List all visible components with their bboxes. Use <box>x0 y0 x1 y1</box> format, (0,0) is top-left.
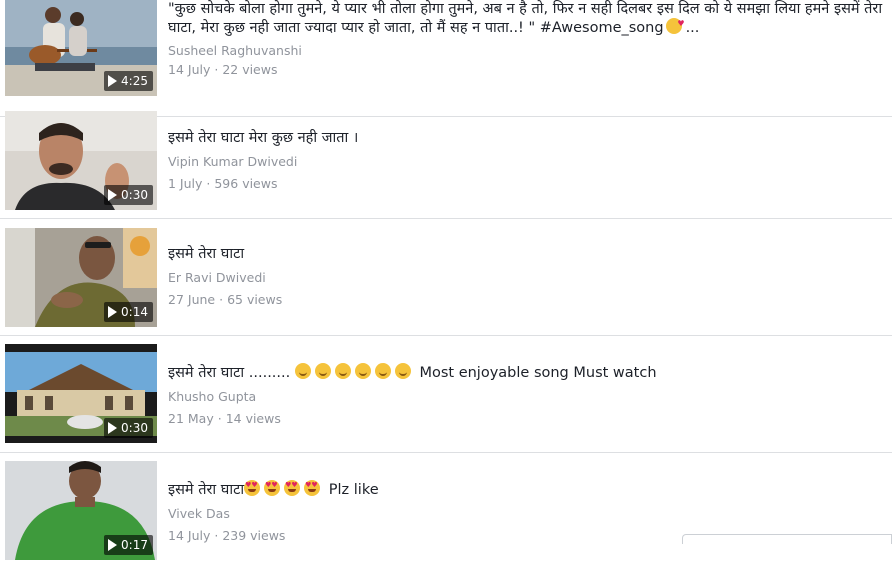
video-date: 21 May <box>168 411 214 426</box>
heart-eyes-emoji-icon <box>304 480 321 496</box>
video-author[interactable]: Er Ravi Dwivedi <box>168 270 886 285</box>
duration-badge: 0:30 <box>104 185 153 205</box>
duration-text: 4:25 <box>121 74 148 88</box>
play-icon <box>108 422 118 434</box>
video-info: इसमे तेरा घाटा मेरा कुछ नही जाता । Vipin… <box>168 129 886 191</box>
meta-separator: · <box>214 528 219 543</box>
play-icon <box>108 539 118 551</box>
video-meta: 27 June · 65 views <box>168 292 886 307</box>
video-title: इसमे तेरा घाटा <box>168 246 245 262</box>
meta-separator: · <box>217 411 222 426</box>
video-title: इसमे तेरा घाटा ......... <box>168 365 291 381</box>
video-views: 239 views <box>222 528 286 543</box>
video-views: 596 views <box>214 176 278 191</box>
video-info: इसमे तेरा घाटा ......... Most enjoyable … <box>168 363 886 426</box>
video-meta: 14 July · 22 views <box>168 62 886 77</box>
video-date: 14 July <box>168 528 211 543</box>
video-author[interactable]: Vipin Kumar Dwivedi <box>168 154 886 169</box>
video-meta: 1 July · 596 views <box>168 176 886 191</box>
video-row: 4:25 "कुछ सोचके बोला होगा तुमने, ये प्या… <box>0 0 892 117</box>
video-thumbnail[interactable]: 0:17 <box>5 461 157 560</box>
video-author[interactable]: Khusho Gupta <box>168 389 886 404</box>
video-row: 0:17 इसमे तेरा घाटा Plz like Vivek Das 1… <box>0 453 892 570</box>
smile-emoji-icon <box>374 363 391 379</box>
heart-eyes-emoji-icon <box>244 480 261 496</box>
video-views: 65 views <box>227 292 283 307</box>
kiss-emoji-icon <box>665 15 685 34</box>
video-title-link[interactable]: "कुछ सोचके बोला होगा तुमने, ये प्यार भी … <box>168 0 886 36</box>
chat-panel-edge[interactable] <box>682 534 892 544</box>
duration-text: 0:30 <box>121 188 148 202</box>
duration-text: 0:30 <box>121 421 148 435</box>
video-views: 22 views <box>222 62 278 77</box>
play-icon <box>108 306 118 318</box>
duration-text: 0:14 <box>121 305 148 319</box>
duration-badge: 0:17 <box>104 535 153 555</box>
duration-badge: 0:14 <box>104 302 153 322</box>
meta-separator: · <box>206 176 211 191</box>
video-title: "कुछ सोचके बोला होगा तुमने, ये प्यार भी … <box>168 1 883 36</box>
smile-emoji-icon <box>394 363 411 379</box>
smile-emoji-icon <box>314 363 331 379</box>
play-icon <box>108 189 118 201</box>
video-meta: 21 May · 14 views <box>168 411 886 426</box>
duration-text: 0:17 <box>121 538 148 552</box>
video-row: 0:30 इसमे तेरा घाटा मेरा कुछ नही जाता । … <box>0 102 892 219</box>
video-title-suffix: Most enjoyable song Must watch <box>419 365 657 381</box>
title-ellipsis: ... <box>685 20 700 36</box>
smile-emoji-icon <box>354 363 371 379</box>
video-views: 14 views <box>225 411 281 426</box>
video-row: 0:30 इसमे तेरा घाटा ......... Most enjoy… <box>0 336 892 453</box>
heart-eyes-emoji-icon <box>264 480 281 496</box>
video-info: "कुछ सोचके बोला होगा तुमने, ये प्यार भी … <box>168 0 886 77</box>
video-row: 0:14 इसमे तेरा घाटा Er Ravi Dwivedi 27 J… <box>0 219 892 336</box>
video-title: इसमे तेरा घाटा <box>168 482 245 498</box>
video-author[interactable]: Vivek Das <box>168 506 886 521</box>
video-author[interactable]: Susheel Raghuvanshi <box>168 43 886 58</box>
play-icon <box>108 75 118 87</box>
video-title: इसमे तेरा घाटा मेरा कुछ नही जाता । <box>168 130 359 146</box>
heart-eyes-emoji-icon <box>284 480 301 496</box>
video-info: इसमे तेरा घाटा Er Ravi Dwivedi 27 June ·… <box>168 245 886 307</box>
video-thumbnail[interactable]: 0:14 <box>5 228 157 327</box>
smile-emoji-icon <box>334 363 351 379</box>
video-thumbnail[interactable]: 0:30 <box>5 344 157 443</box>
video-title-link[interactable]: इसमे तेरा घाटा <box>168 245 886 263</box>
smile-emoji-icon <box>294 363 311 379</box>
video-date: 14 July <box>168 62 211 77</box>
meta-separator: · <box>214 62 219 77</box>
video-thumbnail[interactable]: 0:30 <box>5 111 157 210</box>
duration-badge: 0:30 <box>104 418 153 438</box>
meta-separator: · <box>219 292 224 307</box>
video-title-link[interactable]: इसमे तेरा घाटा Plz like <box>168 480 886 499</box>
video-date: 27 June <box>168 292 216 307</box>
video-thumbnail[interactable]: 4:25 <box>5 0 157 96</box>
video-title-link[interactable]: इसमे तेरा घाटा मेरा कुछ नही जाता । <box>168 129 886 147</box>
video-title-suffix: Plz like <box>328 482 379 498</box>
video-date: 1 July <box>168 176 203 191</box>
video-title-link[interactable]: इसमे तेरा घाटा ......... Most enjoyable … <box>168 363 886 382</box>
duration-badge: 4:25 <box>104 71 153 91</box>
